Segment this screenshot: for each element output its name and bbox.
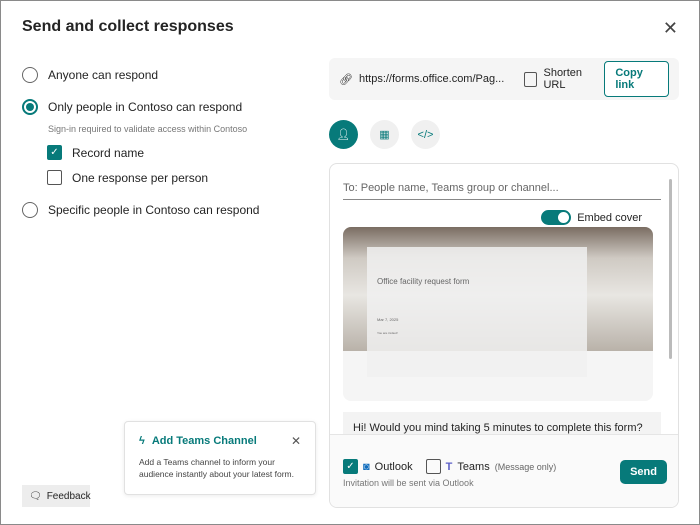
outlook-checkbox[interactable]: ✓ xyxy=(343,459,358,474)
teams-channel-tip: ϟ Add Teams Channel ✕ Add a Teams channe… xyxy=(124,421,316,495)
qr-code-icon[interactable]: ▦ xyxy=(370,120,399,149)
cover-card: Office facility request form Mar 7, 2025… xyxy=(367,247,587,377)
option-label: Only people in Contoso can respond xyxy=(48,100,243,114)
toggle-switch[interactable] xyxy=(541,210,572,225)
teams-note: (Message only) xyxy=(494,461,557,472)
cover-preview: Office facility request form Mar 7, 2025… xyxy=(343,227,653,401)
embed-code-icon[interactable]: </> xyxy=(411,120,440,149)
shorten-url-checkbox[interactable] xyxy=(524,71,538,87)
cover-title: Office facility request form xyxy=(377,277,470,286)
outlook-label: Outlook xyxy=(374,460,413,473)
radio[interactable] xyxy=(22,202,38,218)
send-footer: ✓ ◙ Outlook T Teams (Message only) Invit… xyxy=(330,434,678,507)
one-response-checkbox[interactable]: One response per person xyxy=(47,170,208,185)
invite-panel: To: People name, Teams group or channel.… xyxy=(329,163,679,508)
feedback-button[interactable]: 🗨︎ Feedback xyxy=(22,485,91,507)
feedback-label: Feedback xyxy=(46,490,91,502)
lightning-icon: ϟ xyxy=(139,435,145,447)
radio[interactable] xyxy=(22,99,38,115)
checkbox-label: One response per person xyxy=(72,170,209,185)
scrollbar[interactable] xyxy=(669,179,672,359)
toggle-label: Embed cover xyxy=(577,211,642,224)
cover-subtitle: You are invited! xyxy=(377,331,398,335)
option-anyone[interactable]: Anyone can respond xyxy=(22,67,158,83)
option-contoso[interactable]: Only people in Contoso can respond xyxy=(22,99,242,115)
form-url[interactable]: https://forms.office.com/Pag... xyxy=(359,73,504,85)
tip-title: Add Teams Channel xyxy=(151,435,257,447)
checkbox[interactable] xyxy=(47,170,62,185)
dialog-title: Send and collect responses xyxy=(22,18,234,35)
close-icon[interactable]: ✕ xyxy=(663,18,678,39)
teams-icon: T xyxy=(445,460,453,473)
copy-link-button[interactable]: Copy link xyxy=(604,61,669,97)
link-bar: 🔗︎ https://forms.office.com/Pag... Short… xyxy=(329,58,679,100)
cover-date: Mar 7, 2025 xyxy=(377,317,399,322)
send-button[interactable]: Send xyxy=(620,460,667,484)
close-icon[interactable]: ✕ xyxy=(291,434,301,448)
teams-label: Teams xyxy=(457,460,490,473)
embed-cover-toggle[interactable]: Embed cover xyxy=(541,210,642,225)
option-label: Anyone can respond xyxy=(48,68,159,82)
sign-in-note: Sign-in required to validate access with… xyxy=(48,124,248,134)
option-specific[interactable]: Specific people in Contoso can respond xyxy=(22,202,259,218)
checkbox-label: Record name xyxy=(72,145,145,160)
via-note: Invitation will be sent via Outlook xyxy=(343,478,474,488)
tip-body: Add a Teams channel to inform your audie… xyxy=(139,457,294,479)
recipients-input[interactable]: To: People name, Teams group or channel.… xyxy=(343,182,661,200)
teams-checkbox[interactable] xyxy=(425,459,441,474)
link-icon: 🔗︎ xyxy=(339,73,353,86)
radio[interactable] xyxy=(22,67,38,83)
checkbox[interactable]: ✓ xyxy=(47,145,62,160)
comment-icon: 🗨︎ xyxy=(29,490,42,502)
record-name-checkbox[interactable]: ✓ Record name xyxy=(47,145,144,160)
invite-icon[interactable]: 👤︎ xyxy=(329,120,358,149)
option-label: Specific people in Contoso can respond xyxy=(48,203,260,217)
shorten-url-label: Shorten URL xyxy=(543,67,583,91)
outlook-icon: ◙ xyxy=(363,460,370,473)
